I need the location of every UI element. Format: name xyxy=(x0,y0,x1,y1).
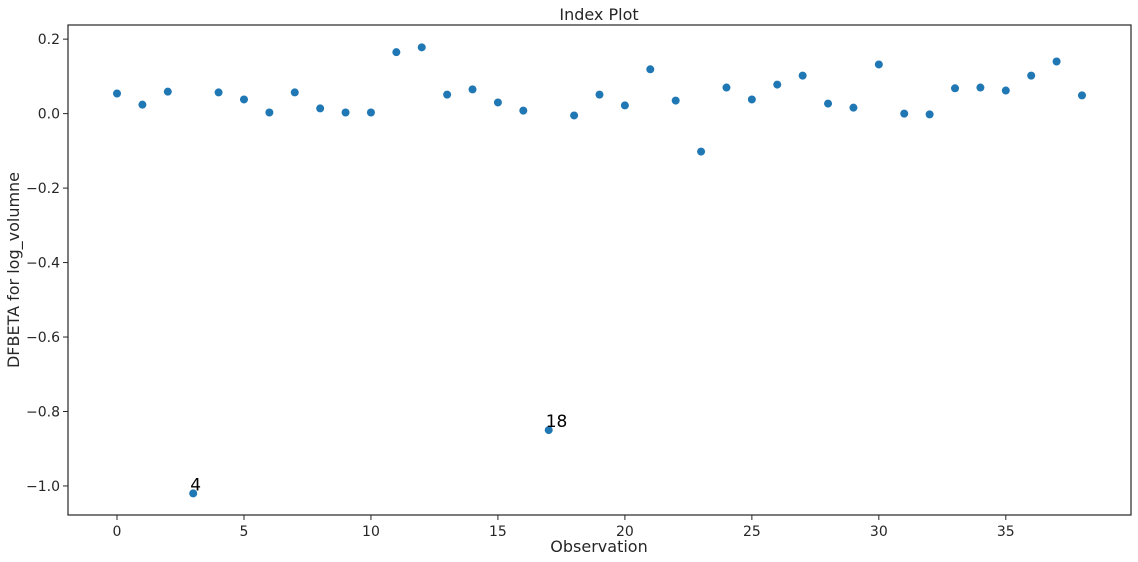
y-tick-label: −0.2 xyxy=(26,181,60,197)
data-point xyxy=(316,104,325,113)
y-tick-label: 0.2 xyxy=(38,32,60,48)
x-tick-label: 10 xyxy=(362,524,380,540)
y-tick-label: 0.0 xyxy=(38,107,60,123)
annotation-label: 18 xyxy=(546,412,568,432)
data-point xyxy=(113,89,122,98)
data-point xyxy=(519,106,528,115)
data-point xyxy=(1077,91,1086,100)
data-point xyxy=(493,98,502,107)
data-point xyxy=(697,147,706,156)
data-point xyxy=(824,99,833,108)
data-point xyxy=(976,83,985,92)
data-point xyxy=(1052,57,1061,66)
data-point xyxy=(163,87,172,96)
y-axis-title: DFBETA for log_volumne xyxy=(4,172,24,368)
data-point xyxy=(468,85,477,94)
data-point xyxy=(1001,86,1010,95)
data-point xyxy=(417,43,426,52)
data-point xyxy=(671,96,680,105)
data-point xyxy=(138,100,147,109)
y-tick-label: −0.4 xyxy=(26,256,60,272)
data-point xyxy=(874,60,883,69)
x-tick-label: 15 xyxy=(489,524,507,540)
data-point xyxy=(570,111,579,120)
data-point xyxy=(265,108,274,117)
x-tick-label: 30 xyxy=(870,524,888,540)
annotation-label: 4 xyxy=(190,475,201,495)
x-tick-label: 0 xyxy=(113,524,122,540)
data-point xyxy=(951,84,960,93)
data-point xyxy=(341,108,350,117)
data-point xyxy=(773,80,782,89)
figure-background xyxy=(0,0,1138,562)
data-point xyxy=(366,108,375,117)
data-point xyxy=(1027,71,1036,80)
data-point xyxy=(798,71,807,80)
x-axis-title: Observation xyxy=(550,537,647,556)
data-point xyxy=(849,103,858,112)
data-point xyxy=(214,88,223,97)
x-tick-label: 25 xyxy=(743,524,761,540)
data-point xyxy=(443,90,452,99)
dfbeta-index-plot: Index Plot 418 0 5 10 15 20 25 30 35 0.20.0−0.2… xyxy=(0,0,1138,562)
y-tick-label: −1.0 xyxy=(26,479,60,495)
data-point xyxy=(900,109,909,118)
data-point xyxy=(646,65,655,74)
y-tick-label: −0.6 xyxy=(26,330,60,346)
data-point xyxy=(239,95,248,104)
data-point xyxy=(595,90,604,99)
x-tick-label: 5 xyxy=(240,524,249,540)
data-point xyxy=(747,95,756,104)
data-point xyxy=(290,88,299,97)
data-point xyxy=(392,48,401,57)
data-point xyxy=(722,83,731,92)
y-tick-label: −0.8 xyxy=(26,404,60,420)
x-tick-label: 35 xyxy=(997,524,1015,540)
data-point xyxy=(620,101,629,110)
data-point xyxy=(925,110,934,119)
chart-title: Index Plot xyxy=(559,5,638,24)
